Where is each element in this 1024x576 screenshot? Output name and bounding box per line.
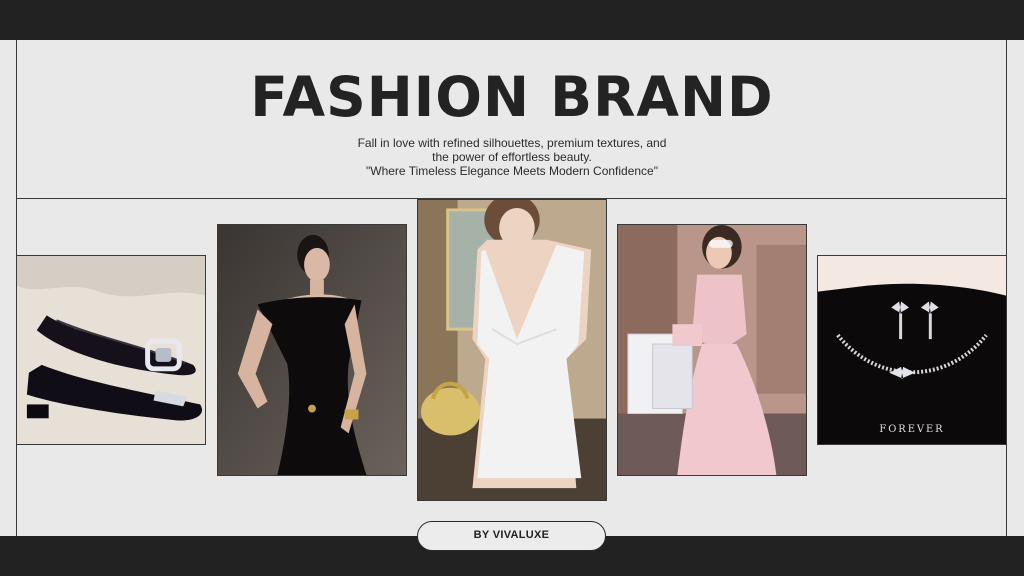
photo-white-dress [417, 199, 607, 501]
subtitle-line-3: "Where Timeless Elegance Meets Modern Co… [366, 164, 658, 178]
photo-shoes [16, 255, 206, 445]
photo-black-dress [217, 224, 407, 476]
photo-pink-dress [617, 224, 807, 476]
page-title: FASHION BRAND [250, 65, 774, 129]
page-subtitle: Fall in love with refined silhouettes, p… [312, 136, 712, 178]
jewelry-brand-text: FOREVER [879, 424, 944, 435]
subtitle-line-1: Fall in love with refined silhouettes, p… [357, 136, 667, 150]
brand-badge: BY VIVALUXE [417, 521, 606, 551]
subtitle-line-2: the power of effortless beauty. [432, 150, 592, 164]
photo-jewelry: FOREVER [817, 255, 1007, 445]
top-bar [0, 0, 1024, 40]
